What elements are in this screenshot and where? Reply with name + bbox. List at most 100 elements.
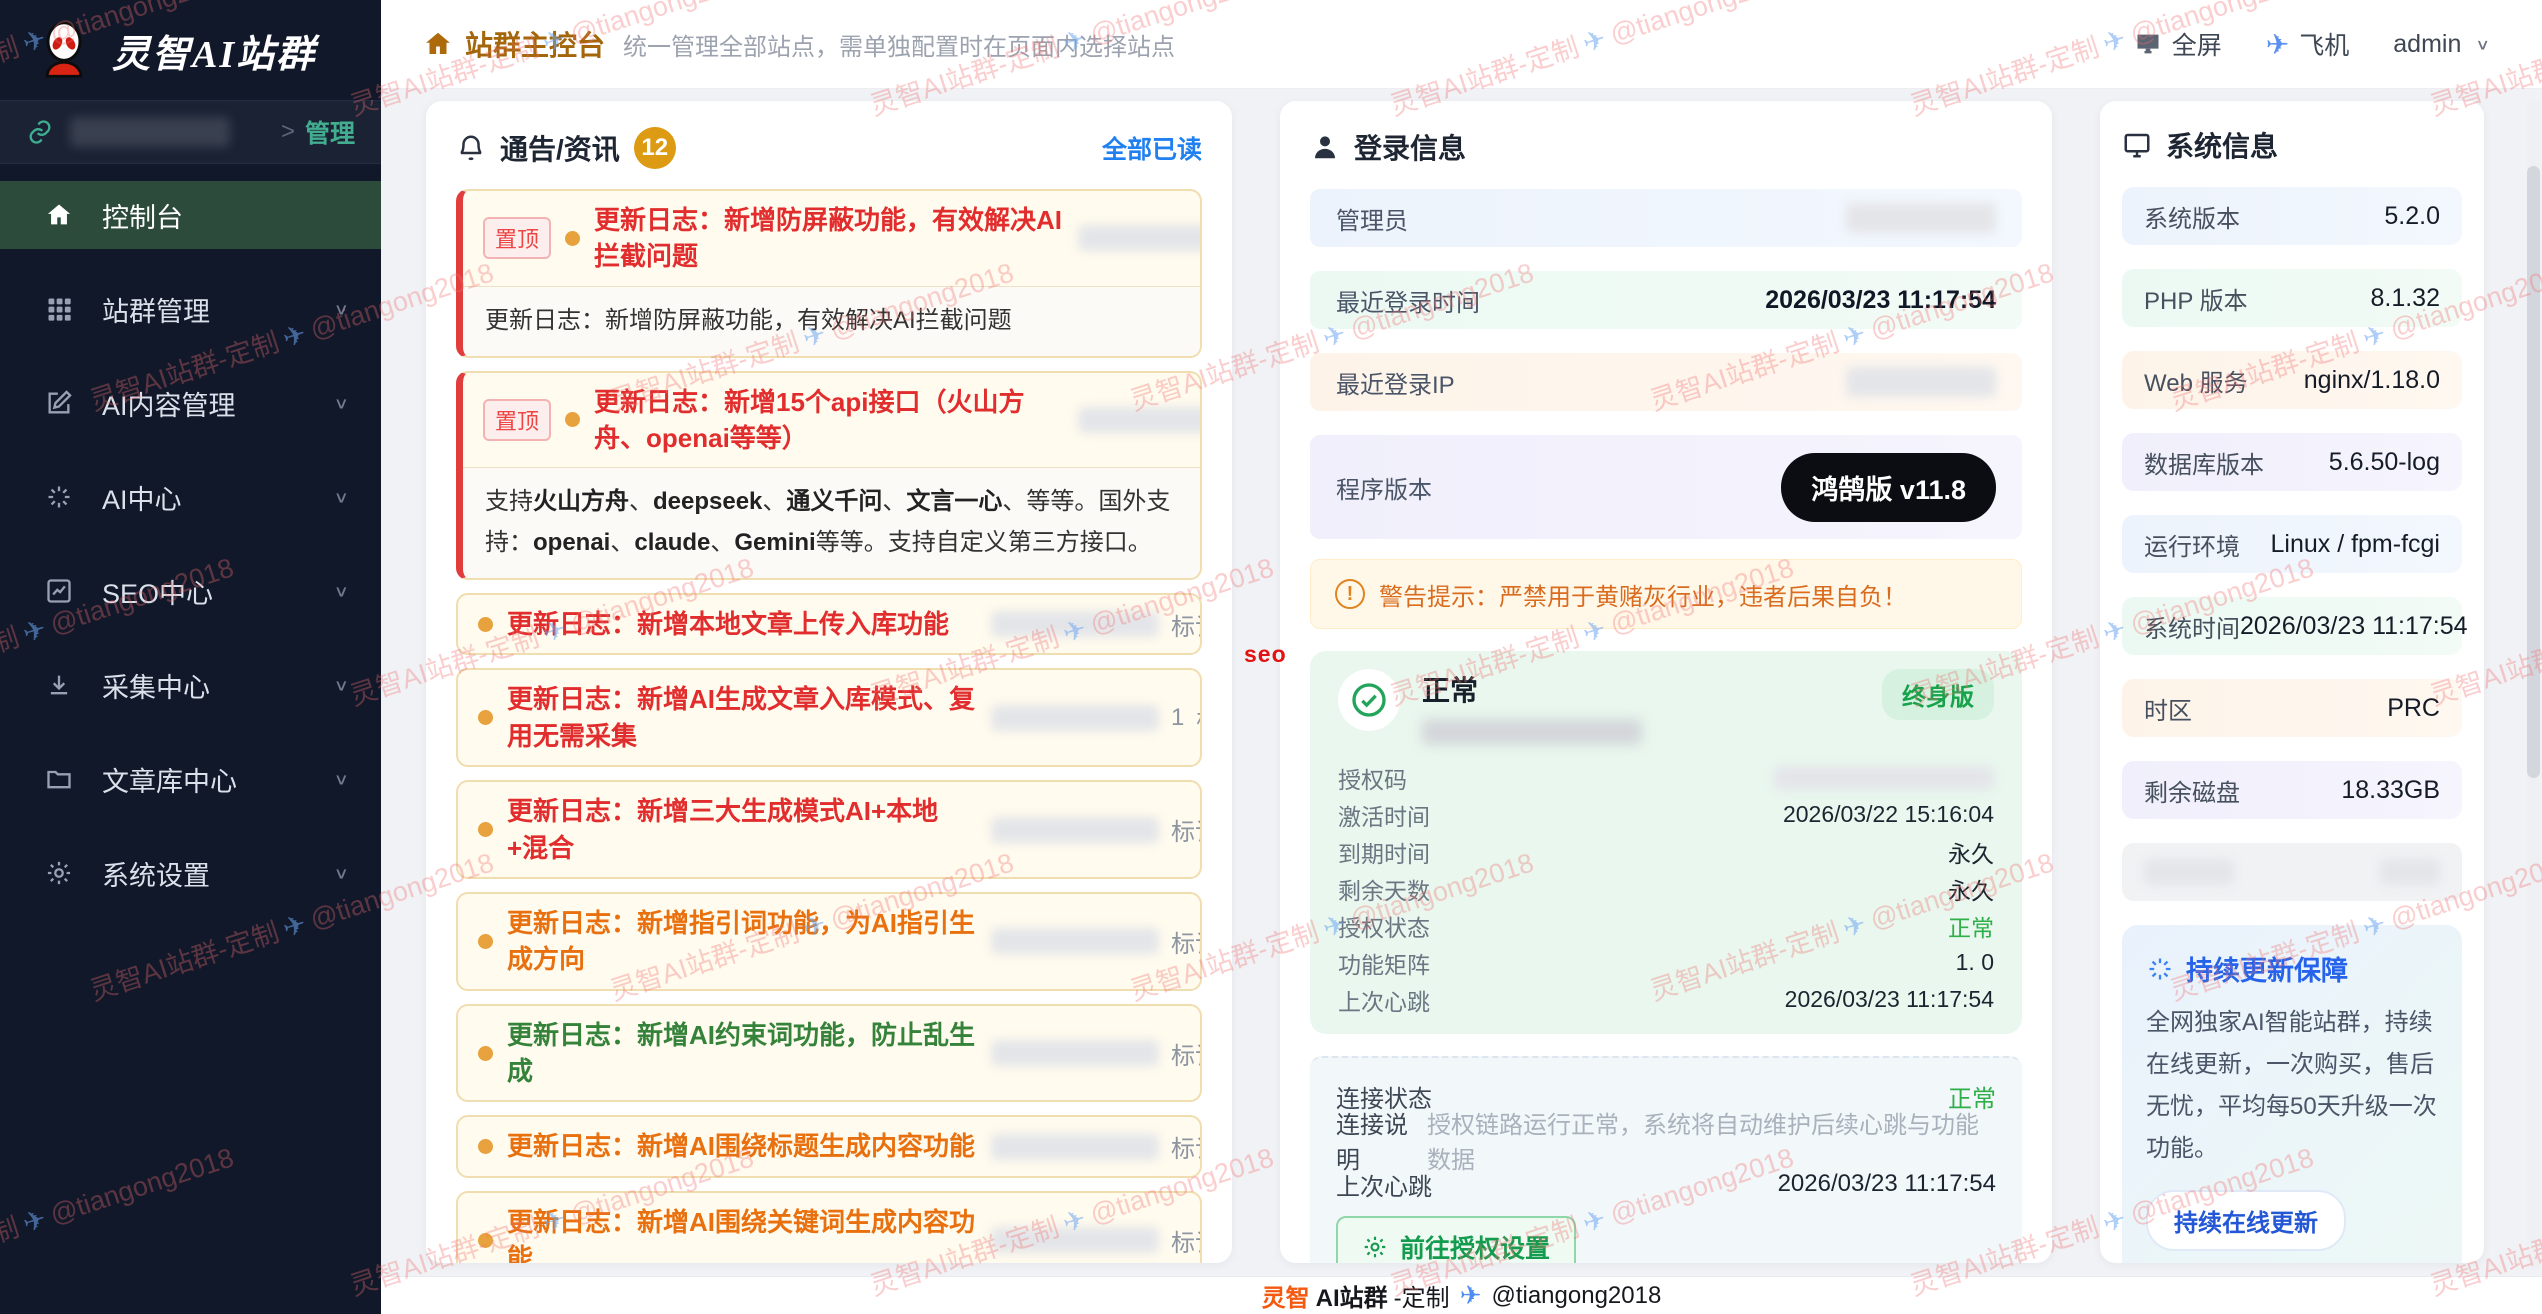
row-label: 数据库版本 — [2144, 445, 2264, 480]
version-badge: 鸿鹄版 v11.8 — [1781, 453, 1996, 522]
bullet-dot — [478, 934, 493, 949]
edit-icon — [44, 388, 74, 418]
row-value: 2026/03/23 11:17:54 — [1778, 1170, 1996, 1198]
row-label: 功能矩阵 — [1338, 946, 1430, 980]
sidebar-item-settings[interactable]: 系统设置 ∨ — [0, 839, 381, 907]
notice-item[interactable]: 更新日志：新增指引词功能，为AI指引生成方向 标记已读 ∨ — [456, 892, 1202, 991]
promo-pill[interactable]: 持续在线更新 — [2146, 1190, 2346, 1251]
mark-read-link[interactable]: 标记已读 — [1196, 700, 1202, 735]
row-label: 管理员 — [1336, 201, 1408, 236]
sidebar-item-aicenter[interactable]: AI中心 ∨ — [0, 463, 381, 531]
mark-read-link[interactable]: 标记已读 — [1171, 1129, 1202, 1164]
notice-item[interactable]: 更新日志：新增三大生成模式AI+本地+混合 标记已读 ∨ — [456, 780, 1202, 879]
scrollbar-thumb[interactable] — [2527, 166, 2540, 778]
row-label: 程序版本 — [1336, 470, 1432, 505]
row-value: 2026/03/23 11:17:54 — [1765, 286, 1996, 315]
row-value: 5.2.0 — [2384, 202, 2440, 231]
notice-item[interactable]: 更新日志：新增本地文章上传入库功能 标记已读 ∨ — [456, 593, 1202, 655]
row-label: 到期时间 — [1338, 835, 1430, 869]
notice-item[interactable]: 更新日志：新增AI生成文章入库模式、复用无需采集 1标记已读 ∨ — [456, 668, 1202, 767]
license-owner-redacted — [1422, 719, 1642, 745]
notice-item[interactable]: 置顶 更新日志：新增15个api接口（火山方舟、openai等等） 标记已读 ∧… — [456, 371, 1202, 580]
sidebar-item-seo[interactable]: SEO中心 ∨ — [0, 557, 381, 625]
pinned-tag: 置顶 — [483, 217, 551, 259]
login-row: 管理员 — [1310, 189, 2022, 247]
system-row: 剩余磁盘18.33GB — [2122, 761, 2462, 819]
info-row: 上次心跳2026/03/23 11:17:54 — [1338, 981, 1994, 1018]
sidebar-item-library[interactable]: 文章库中心 ∨ — [0, 745, 381, 813]
bullet-dot — [478, 710, 493, 725]
notice-item[interactable]: 更新日志：新增AI围绕关键词生成内容功能 标记已读 ∨ — [456, 1191, 1202, 1263]
row-value: 1. 0 — [1956, 949, 1994, 976]
chevron-down-icon: ∨ — [334, 864, 349, 883]
main-area: 站群主控台 统一管理全部站点，需单独配置时在页面内选择站点 全屏 ✈ 飞机 ad… — [381, 0, 2542, 1314]
row-label: 连接说明 — [1336, 1105, 1427, 1175]
mark-read-link[interactable]: 标记已读 — [1171, 1036, 1202, 1071]
mark-read-link[interactable]: 标记已读 — [1171, 1223, 1202, 1258]
promo-title: 持续更新保障 — [2186, 949, 2348, 988]
warning-icon: ! — [1335, 579, 1365, 609]
connection-rows: 连接状态正常连接说明授权链路运行正常，系统将自动维护后续心跳与功能数据上次心跳2… — [1336, 1074, 1996, 1206]
mark-all-read-link[interactable]: 全部已读 — [1102, 130, 1202, 166]
site-selector[interactable]: > 管理 — [0, 100, 381, 164]
redacted-value — [1846, 367, 1996, 397]
app-root: 灵智AI站群 > 管理 控制台 站群管理 ∨ AI内容管理 ∨ AI中心 ∨ S… — [0, 0, 2542, 1314]
sidebar: 灵智AI站群 > 管理 控制台 站群管理 ∨ AI内容管理 ∨ AI中心 ∨ S… — [0, 0, 381, 1314]
row-label: 最近登录时间 — [1336, 283, 1480, 318]
notice-date-redacted — [991, 611, 1159, 637]
plane-button[interactable]: ✈ 飞机 — [2266, 26, 2349, 62]
login-row: 最近登录IP — [1310, 353, 2022, 411]
sidebar-item-console[interactable]: 控制台 — [0, 181, 381, 249]
bullet-dot — [478, 822, 493, 837]
notice-date-redacted — [991, 1040, 1159, 1066]
row-value: 授权链路运行正常，系统将自动维护后续心跳与功能数据 — [1427, 1105, 1996, 1175]
sidebar-item-aicontent[interactable]: AI内容管理 ∨ — [0, 369, 381, 437]
license-panel: 正常 终身版 授权码激活时间2026/03/22 15:16:04到期时间永久剩… — [1310, 651, 2022, 1034]
info-row: 授权状态正常 — [1338, 907, 1994, 944]
fullscreen-button[interactable]: 全屏 — [2134, 26, 2222, 62]
user-menu[interactable]: admin ∨ — [2393, 30, 2490, 59]
notice-date-tail: 1 — [1171, 704, 1184, 732]
system-row: Web 服务nginx/1.18.0 — [2122, 351, 2462, 409]
sidebar-item-collect[interactable]: 采集中心 ∨ — [0, 651, 381, 719]
pinned-tag: 置顶 — [483, 399, 551, 441]
redacted-value — [1846, 203, 1996, 233]
spark-icon — [44, 482, 74, 512]
notice-item[interactable]: 置顶 更新日志：新增防屏蔽功能，有效解决AI拦截问题 标记已读 ∧ 更新日志：新… — [456, 189, 1202, 358]
footer: 灵智AI站群-定制 ✈ @tiangong2018 — [381, 1276, 2542, 1314]
notices-title: 通告/资讯 — [500, 128, 620, 168]
plane-icon: ✈ — [2266, 28, 2289, 61]
row-label: 最近登录IP — [1336, 365, 1455, 400]
login-row: 程序版本 鸿鹄版 v11.8 — [1310, 435, 2022, 539]
sidebar-item-sites[interactable]: 站群管理 ∨ — [0, 275, 381, 343]
notice-item[interactable]: 更新日志：新增AI约束词功能，防止乱生成 标记已读 ∨ — [456, 1004, 1202, 1103]
system-row: 数据库版本5.6.50-log — [2122, 433, 2462, 491]
row-label: 时区 — [2144, 691, 2192, 726]
row-label: 剩余磁盘 — [2144, 773, 2240, 808]
license-badge: 终身版 — [1882, 669, 1994, 720]
mark-read-link[interactable]: 标记已读 — [1171, 812, 1202, 847]
sidebar-item-label: AI中心 — [102, 478, 182, 517]
sidebar-item-label: 站群管理 — [102, 290, 210, 329]
check-circle-icon — [1338, 669, 1400, 731]
auth-settings-button[interactable]: 前往授权设置 — [1336, 1216, 1576, 1263]
system-row — [2122, 843, 2462, 901]
row-value: 2026/03/22 15:16:04 — [1783, 801, 1994, 828]
mark-read-link[interactable]: 标记已读 — [1171, 924, 1202, 959]
notice-date-redacted — [991, 1134, 1159, 1160]
notice-title: 更新日志：新增AI约束词功能，防止乱生成 — [507, 1017, 977, 1090]
notice-title: 更新日志：新增AI围绕关键词生成内容功能 — [507, 1204, 977, 1263]
site-manage-link[interactable]: 管理 — [305, 114, 355, 150]
mark-read-link[interactable]: 标记已读 — [1171, 607, 1202, 642]
notice-date-redacted — [1078, 407, 1202, 433]
system-rows: 系统版本5.2.0PHP 版本8.1.32Web 服务nginx/1.18.0数… — [2122, 187, 2462, 901]
promo-body: 全网独家AI智能站群，持续在线更新，一次购买，售后无忧，平均每50天升级一次功能… — [2146, 1002, 2438, 1170]
notice-item[interactable]: 更新日志：新增AI围绕标题生成内容功能 标记已读 ∨ — [456, 1115, 1202, 1177]
plane-icon: ✈ — [1460, 1280, 1482, 1311]
vertical-scrollbar[interactable] — [2527, 100, 2540, 1270]
topbar: 站群主控台 统一管理全部站点，需单独配置时在页面内选择站点 全屏 ✈ 飞机 ad… — [381, 0, 2542, 89]
notice-date-redacted — [991, 705, 1159, 731]
bullet-dot — [478, 617, 493, 632]
chart-icon — [44, 576, 74, 606]
home-icon — [44, 200, 74, 230]
